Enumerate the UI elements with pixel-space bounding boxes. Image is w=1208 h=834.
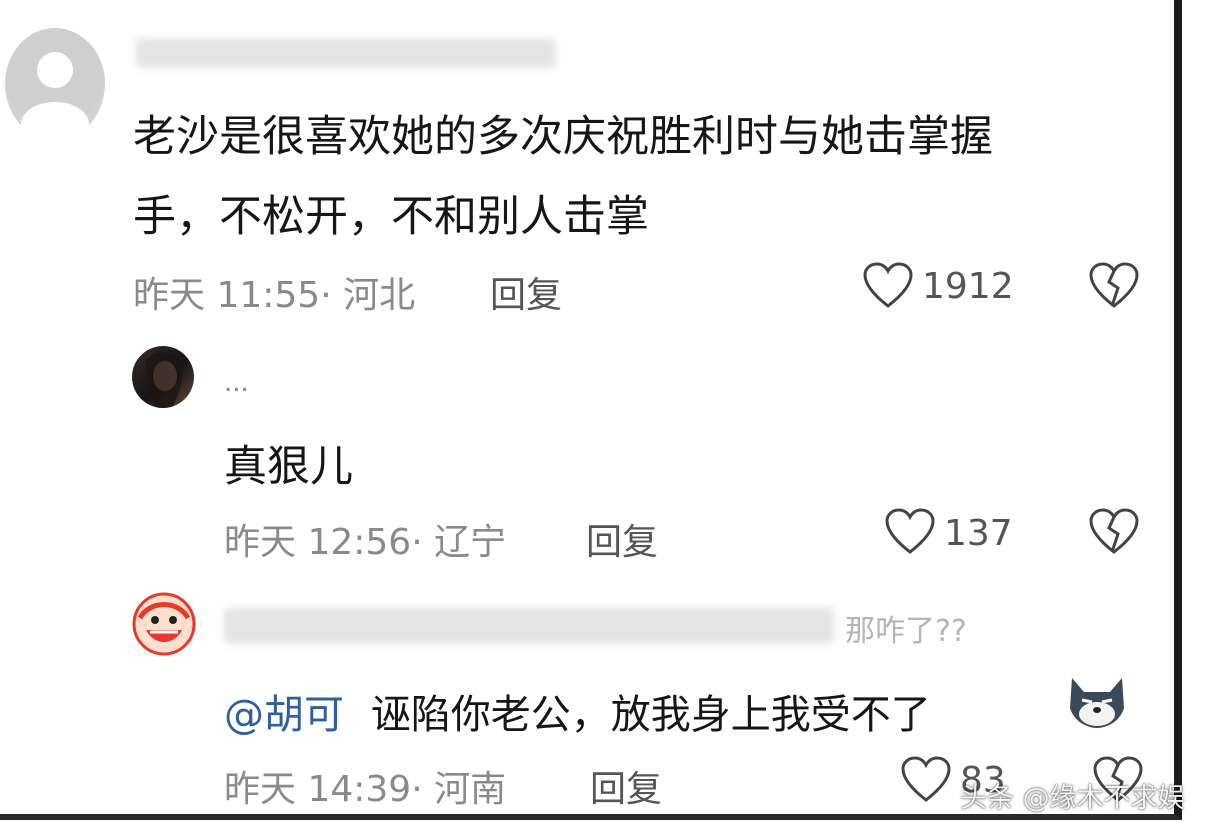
username[interactable]: ... — [224, 368, 249, 398]
username-blurred[interactable] — [136, 38, 556, 68]
avatar[interactable] — [132, 346, 194, 408]
reply-button[interactable]: 回复 — [590, 760, 662, 812]
avatar[interactable] — [132, 592, 196, 656]
comment-body-line2: 手，不松开，不和别人击掌 — [133, 192, 649, 242]
dislike-icon[interactable] — [1088, 262, 1140, 310]
avatar-default[interactable] — [5, 28, 105, 140]
comment-body-text: 诬陷你老公，放我身上我受不了 — [370, 692, 931, 738]
username-tail: 那咋了?? — [845, 614, 967, 649]
watermark: 头条 @缘木不求娱 — [960, 783, 1185, 814]
heart-icon[interactable] — [900, 756, 952, 804]
heart-icon[interactable] — [884, 508, 936, 556]
comment-thread: 老沙是很喜欢她的多次庆祝胜利时与她击掌握 手，不松开，不和别人击掌 昨天 11:… — [0, 0, 1185, 820]
dislike-icon[interactable] — [1088, 508, 1140, 556]
username-blurred[interactable] — [224, 608, 834, 644]
reply-button[interactable]: 回复 — [586, 513, 658, 565]
like-count: 137 — [944, 513, 1013, 554]
comment-meta: 昨天 14:39· 河南 — [224, 769, 507, 810]
default-user-icon — [5, 28, 105, 140]
cartoon-face-icon — [132, 592, 196, 656]
comment-body: 真狠儿 — [224, 442, 353, 492]
comment-body: @胡可 诬陷你老公，放我身上我受不了 — [224, 682, 931, 740]
heart-icon[interactable] — [862, 262, 914, 310]
mention-link[interactable]: @胡可 — [224, 692, 344, 738]
reply-button[interactable]: 回复 — [490, 266, 562, 318]
doge-emoji-icon — [1070, 678, 1124, 728]
like-count: 1912 — [922, 266, 1014, 307]
user-photo-icon — [145, 352, 183, 408]
comment-meta: 昨天 11:55· 河北 — [133, 275, 416, 316]
comment-body-line1: 老沙是很喜欢她的多次庆祝胜利时与她击掌握 — [133, 112, 993, 162]
comment-meta: 昨天 12:56· 辽宁 — [224, 522, 507, 563]
